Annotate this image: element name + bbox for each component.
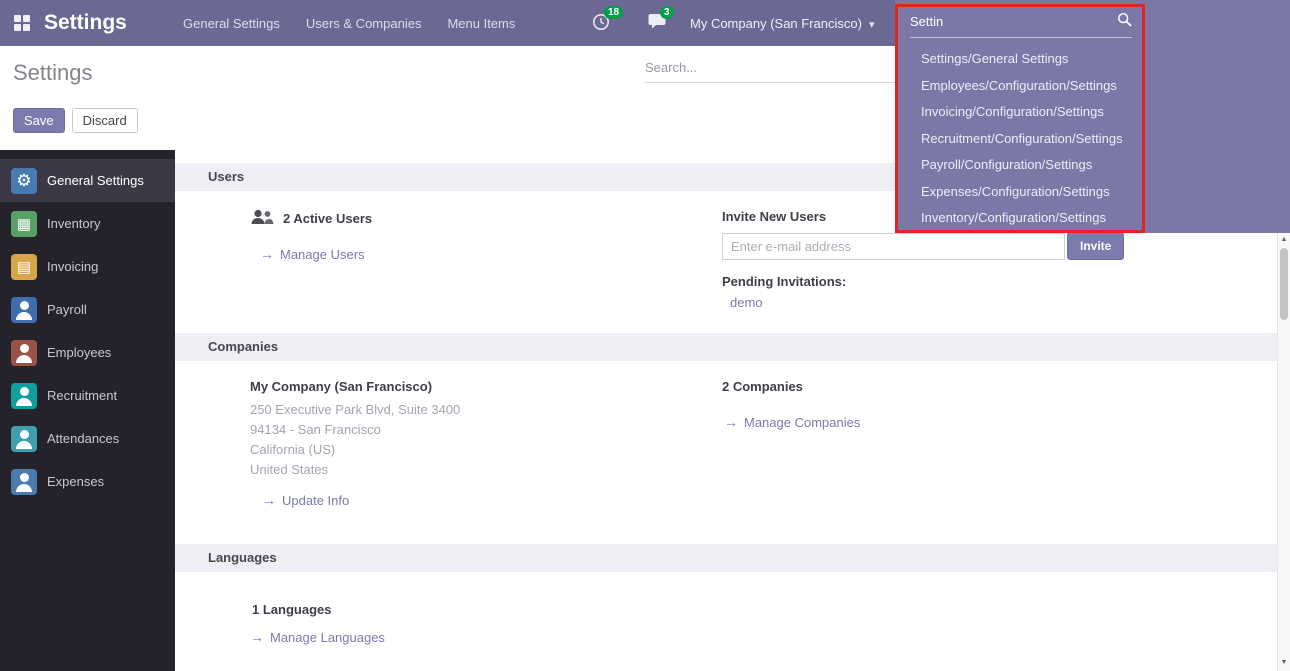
section-languages-header: Languages (175, 544, 1277, 572)
save-button[interactable]: Save (13, 108, 65, 133)
scroll-up-arrow-icon[interactable] (1278, 234, 1290, 246)
page-title: Settings (13, 60, 93, 86)
search-result[interactable]: Settings/General Settings (898, 46, 1142, 73)
odoo-settings-screen: Settings General Settings Users & Compan… (0, 0, 1290, 671)
languages-count: 1 Languages (252, 602, 1277, 617)
pending-invitation-demo[interactable]: demo (730, 295, 763, 310)
current-company-name: My Company (San Francisco) (250, 379, 722, 394)
manage-users-label: Manage Users (280, 247, 365, 262)
sidebar-item-label: Inventory (47, 216, 100, 231)
sidebar-item-invoicing[interactable]: Invoicing (0, 245, 175, 288)
invite-button[interactable]: Invite (1067, 232, 1124, 260)
manage-companies-label: Manage Companies (744, 415, 860, 430)
update-info-link[interactable]: Update Info (262, 492, 722, 508)
sidebar-item-expenses[interactable]: Expenses (0, 460, 175, 503)
address-line: 250 Executive Park Blvd, Suite 3400 (250, 400, 722, 420)
pending-invitations-label: Pending Invitations: (722, 274, 1277, 289)
search-result[interactable]: Payroll/Configuration/Settings (898, 152, 1142, 179)
sidebar-item-label: Expenses (47, 474, 104, 489)
manage-companies-link[interactable]: Manage Companies (724, 414, 1277, 430)
sidebar-item-label: Recruitment (47, 388, 117, 403)
update-info-label: Update Info (282, 493, 349, 508)
menu-general-settings[interactable]: General Settings (183, 16, 280, 31)
discard-button[interactable]: Discard (72, 108, 138, 133)
section-companies-header: Companies (175, 333, 1277, 361)
form-buttons: Save Discard (13, 108, 138, 133)
search-result[interactable]: Recruitment/Configuration/Settings (898, 126, 1142, 153)
sidebar-item-inventory[interactable]: Inventory (0, 202, 175, 245)
arrow-right-icon (260, 246, 274, 262)
address-line: 94134 - San Francisco (250, 420, 722, 440)
gear-icon (11, 168, 37, 194)
recruitment-person-icon (11, 383, 37, 409)
manage-users-link[interactable]: Manage Users (260, 246, 722, 262)
sidebar-item-label: Payroll (47, 302, 87, 317)
arrow-right-icon (262, 492, 276, 508)
address-line: United States (250, 460, 722, 480)
sidebar-item-label: Invoicing (47, 259, 98, 274)
expenses-person-icon (11, 469, 37, 495)
section-languages: 1 Languages Manage Languages (175, 572, 1277, 645)
attendances-person-icon (11, 426, 37, 452)
active-users-row: 2 Active Users (250, 209, 722, 228)
section-companies: My Company (San Francisco) 250 Executive… (175, 361, 1277, 544)
search-icon (1117, 12, 1132, 30)
sidebar-item-payroll[interactable]: Payroll (0, 288, 175, 331)
settings-sidebar: General Settings Inventory Invoicing Pay… (0, 150, 175, 671)
search-result[interactable]: Expenses/Configuration/Settings (898, 179, 1142, 206)
manage-languages-link[interactable]: Manage Languages (250, 629, 1277, 645)
sidebar-item-label: Employees (47, 345, 111, 360)
caret-down-icon (869, 16, 875, 31)
companies-count: 2 Companies (722, 379, 1277, 394)
apps-menu-icon[interactable] (14, 15, 30, 31)
sidebar-item-label: General Settings (47, 173, 144, 188)
sidebar-item-general-settings[interactable]: General Settings (0, 159, 175, 202)
search-result[interactable]: Employees/Configuration/Settings (898, 73, 1142, 100)
vertical-scrollbar[interactable] (1277, 232, 1290, 671)
scrollbar-thumb[interactable] (1280, 248, 1288, 320)
invoicing-icon (11, 254, 37, 280)
menu-search (910, 12, 1132, 38)
companies-right-column: 2 Companies Manage Companies (722, 379, 1277, 508)
navbar-menu: General Settings Users & Companies Menu … (183, 0, 515, 46)
scroll-down-arrow-icon[interactable] (1278, 657, 1290, 669)
employees-person-icon (11, 340, 37, 366)
sidebar-item-attendances[interactable]: Attendances (0, 417, 175, 460)
invite-row: Invite (722, 232, 1277, 260)
invite-email-input[interactable] (722, 233, 1065, 260)
companies-left-column: My Company (San Francisco) 250 Executive… (250, 379, 722, 508)
activity-badge: 18 (604, 6, 623, 19)
menu-search-dropdown: Settings/General Settings Employees/Conf… (895, 0, 1290, 233)
annotation-highlight-box: Settings/General Settings Employees/Conf… (895, 4, 1145, 233)
messages-badge: 3 (660, 6, 674, 19)
manage-languages-label: Manage Languages (270, 630, 385, 645)
company-address: 250 Executive Park Blvd, Suite 3400 9413… (250, 400, 722, 480)
menu-search-results: Settings/General Settings Employees/Conf… (898, 38, 1142, 232)
arrow-right-icon (250, 629, 264, 645)
sidebar-item-label: Attendances (47, 431, 119, 446)
address-line: California (US) (250, 440, 722, 460)
activity-clock-icon[interactable]: 18 (592, 13, 614, 33)
search-result[interactable]: Invoicing/Configuration/Settings (898, 99, 1142, 126)
inventory-icon (11, 211, 37, 237)
sidebar-item-employees[interactable]: Employees (0, 331, 175, 374)
menu-search-input[interactable] (910, 14, 1111, 29)
active-users-count: 2 Active Users (283, 211, 372, 226)
arrow-right-icon (724, 414, 738, 430)
menu-menu-items[interactable]: Menu Items (447, 16, 515, 31)
users-left-column: 2 Active Users Manage Users (250, 209, 722, 310)
company-switcher[interactable]: My Company (San Francisco) (690, 0, 874, 46)
search-result[interactable]: Inventory/Configuration/Settings (898, 205, 1142, 232)
menu-users-companies[interactable]: Users & Companies (306, 16, 422, 31)
sidebar-item-recruitment[interactable]: Recruitment (0, 374, 175, 417)
users-group-icon (250, 209, 274, 228)
payroll-person-icon (11, 297, 37, 323)
company-name: My Company (San Francisco) (690, 16, 862, 31)
app-title: Settings (44, 0, 127, 46)
messages-icon[interactable]: 3 (648, 13, 670, 33)
